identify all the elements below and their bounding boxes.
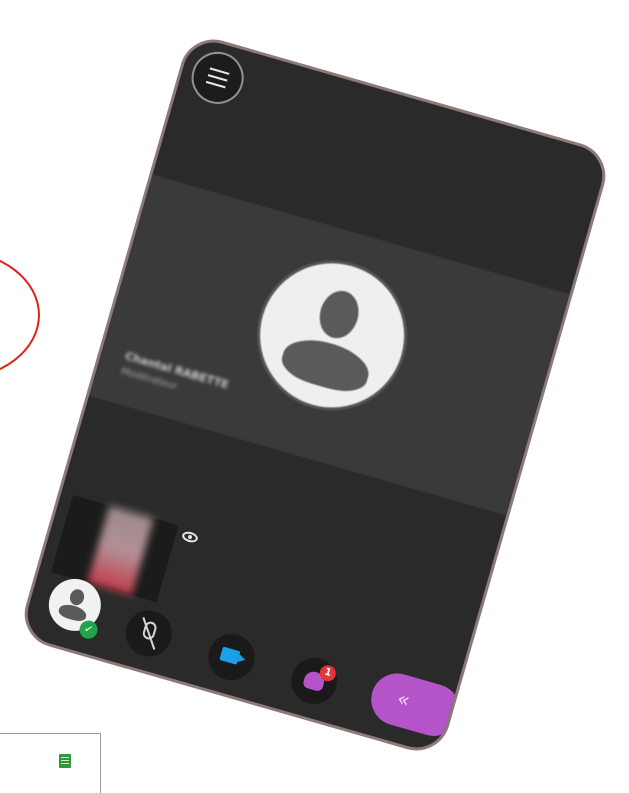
red-annotation-circle <box>0 250 40 380</box>
status-check-icon: ✓ <box>77 618 100 641</box>
menu-icon-line <box>209 67 230 75</box>
avatar-body <box>57 602 89 624</box>
menu-icon-line <box>205 80 226 89</box>
screenshot-stage: Chantal RABETTE Modérateur ✓ 1 « <box>0 0 629 793</box>
user-avatar-icon <box>239 242 425 429</box>
self-view-video <box>87 505 154 596</box>
double-chevron-left-icon: « <box>394 686 413 713</box>
menu-button[interactable] <box>185 45 250 111</box>
eye-icon[interactable] <box>180 530 200 545</box>
document-panel <box>0 733 101 793</box>
menu-icon-line <box>207 74 228 82</box>
avatar-body <box>277 331 375 399</box>
participant-video-tile[interactable]: Chantal RABETTE Modérateur <box>89 174 570 516</box>
camera-toggle-button[interactable] <box>203 628 260 686</box>
bottom-toolbar: ✓ 1 « <box>20 568 466 755</box>
phone-screen: Chantal RABETTE Modérateur ✓ 1 « <box>16 31 614 759</box>
mic-toggle-button[interactable] <box>120 604 178 662</box>
participants-button[interactable]: 1 <box>285 652 343 710</box>
side-panel-toggle-button[interactable]: « <box>365 667 466 743</box>
document-icon[interactable] <box>59 754 71 768</box>
camera-icon <box>219 646 241 665</box>
avatar-head <box>314 286 364 343</box>
